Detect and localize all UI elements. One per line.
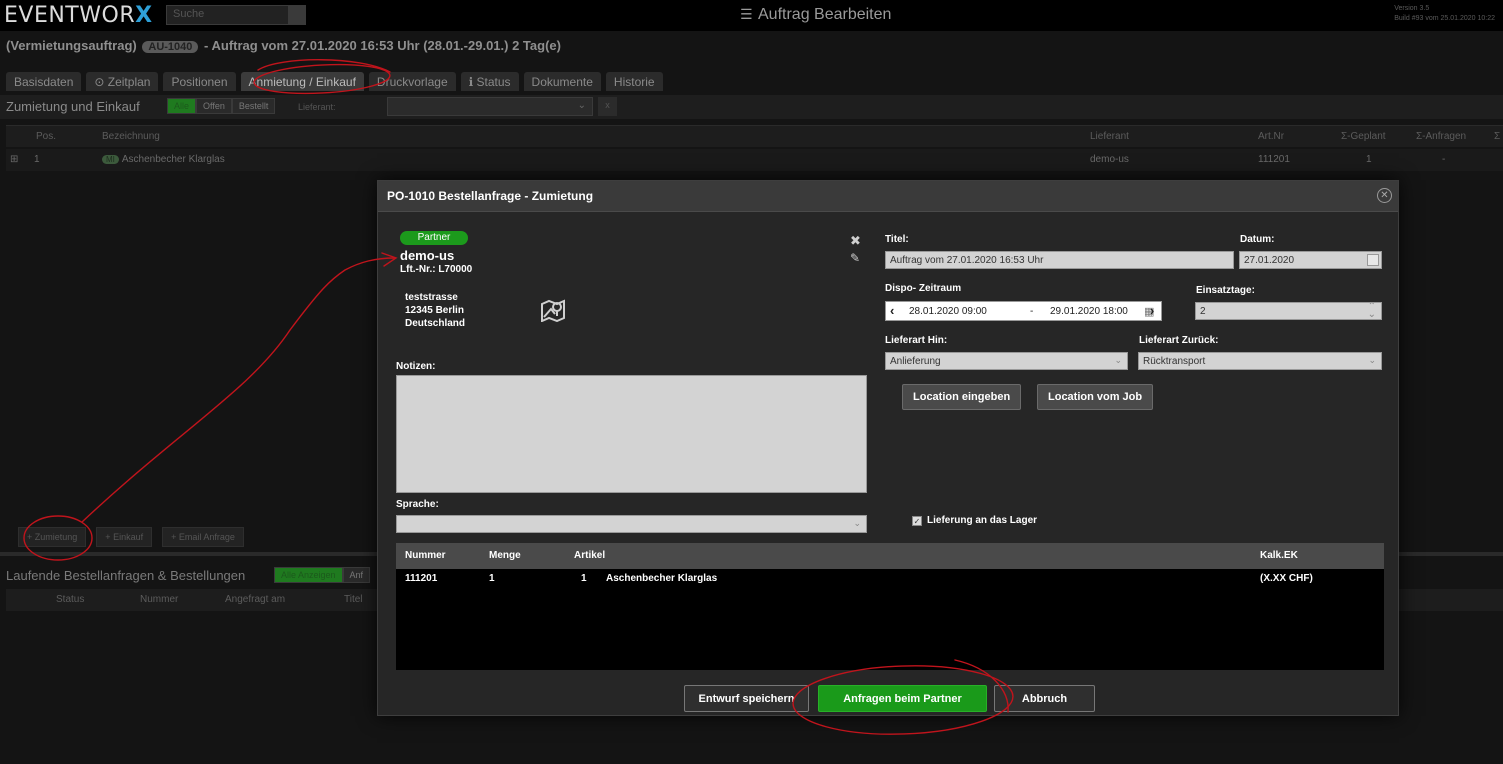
lieferant-select[interactable]: ⌄ xyxy=(387,97,593,116)
table-row[interactable]: ⊞ 1 MI Aschenbecher Klarglas demo-us 1112… xyxy=(6,149,1503,171)
partner-address: teststrasse 12345 Berlin Deutschland xyxy=(405,292,466,329)
lieferart-zurueck-label: Lieferart Zurück: xyxy=(1139,335,1219,346)
tab-positionen[interactable]: Positionen xyxy=(163,72,236,91)
lieferant-label: Lieferant: xyxy=(298,102,336,112)
einsatztage-label: Einsatztage: xyxy=(1196,285,1255,296)
chevron-down-icon: ⌄ xyxy=(1368,355,1376,365)
anfragen-beim-partner-button[interactable]: Anfragen beim Partner xyxy=(818,685,987,712)
map-pin-icon[interactable] xyxy=(540,298,566,322)
section-title: Zumietung und Einkauf xyxy=(6,99,140,114)
order-number-badge: AU-1040 xyxy=(142,41,199,53)
notizen-label: Notizen: xyxy=(396,361,436,372)
positions-table-header: Pos. Bezeichnung Lieferant Art.Nr Σ-Gepl… xyxy=(6,125,1503,147)
datum-label: Datum: xyxy=(1240,234,1275,245)
abbruch-button[interactable]: Abbruch xyxy=(994,685,1095,712)
page-title: ☰ Auftrag Bearbeiten xyxy=(740,6,892,23)
tab-bar: Basisdaten ⊙ Zeitplan Positionen Anmietu… xyxy=(6,72,663,91)
lieferung-lager-checkbox[interactable]: ✓ xyxy=(912,516,922,526)
titel-label: Titel: xyxy=(885,234,909,245)
spinner-icon[interactable]: ⌃ ⌄ xyxy=(1368,303,1376,319)
email-anfrage-button[interactable]: + Email Anfrage xyxy=(162,527,244,547)
eventworx-logo[interactable]: EVENTWORX xyxy=(4,3,153,28)
tab-anmietung-einkauf[interactable]: Anmietung / Einkauf xyxy=(240,72,364,91)
filter-alle-anzeigen[interactable]: Alle Anzeigen xyxy=(274,567,343,583)
lieferant-clear-button[interactable]: x xyxy=(598,97,617,116)
lieferung-lager-label: Lieferung an das Lager xyxy=(927,515,1038,526)
top-bar: EVENTWORX Suche ☰ Auftrag Bearbeiten Vers… xyxy=(0,0,1503,31)
tab-zeitplan[interactable]: ⊙ Zeitplan xyxy=(86,72,159,91)
mi-badge: MI xyxy=(102,155,119,164)
datum-input[interactable]: 27.01.2020 xyxy=(1239,251,1382,269)
close-icon[interactable]: ✕ xyxy=(1377,188,1392,203)
chevron-down-icon: ⌄ xyxy=(1114,355,1122,365)
location-eingeben-button[interactable]: Location eingeben xyxy=(902,384,1022,410)
items-table-body: 111201 1 1 Aschenbecher Klarglas (X.XX C… xyxy=(396,569,1384,670)
version-info: Version 3.5 Build #93 vom 25.01.2020 10:… xyxy=(1394,5,1495,22)
status-filter: Alle Offen Bestellt xyxy=(167,98,276,114)
lower-filter: Alle Anzeigen Anf xyxy=(274,567,371,583)
location-vom-job-button[interactable]: Location vom Job xyxy=(1037,384,1154,410)
tab-basisdaten[interactable]: Basisdaten xyxy=(6,72,82,91)
tab-status[interactable]: ℹ Status xyxy=(460,72,519,91)
lieferart-zurueck-select[interactable]: Rücktransport ⌄ xyxy=(1138,352,1382,370)
lower-section-title: Laufende Bestellanfragen & Bestellungen xyxy=(6,568,246,583)
filter-anfragen[interactable]: Anf xyxy=(342,567,371,583)
zumietung-button[interactable]: + Zumietung xyxy=(18,527,87,547)
dialog-header: PO-1010 Bestellanfrage - Zumietung ✕ xyxy=(378,181,1398,212)
tab-historie[interactable]: Historie xyxy=(605,72,663,91)
dialog-title: PO-1010 Bestellanfrage - Zumietung xyxy=(387,189,594,203)
partner-name: demo-us xyxy=(400,248,455,263)
entwurf-speichern-button[interactable]: Entwurf speichern xyxy=(684,685,809,712)
edit-partner-icon[interactable]: ✎ xyxy=(850,251,860,265)
list-icon: ☰ xyxy=(740,6,753,22)
lieferart-hin-label: Lieferart Hin: xyxy=(885,335,948,346)
order-summary: (Vermietungsauftrag) AU-1040 - Auftrag v… xyxy=(6,38,561,53)
filter-alle[interactable]: Alle xyxy=(167,98,197,114)
search-button[interactable] xyxy=(288,6,306,24)
partner-badge: Partner xyxy=(400,231,468,245)
expand-icon[interactable]: ⊞ xyxy=(10,154,18,165)
search-input[interactable]: Suche xyxy=(166,5,306,25)
tab-druckvorlage[interactable]: Druckvorlage xyxy=(368,72,456,91)
items-table-header: Nummer Menge Artikel Kalk.EK xyxy=(396,543,1384,569)
filter-bestellt[interactable]: Bestellt xyxy=(231,98,276,114)
filter-offen[interactable]: Offen xyxy=(196,98,232,114)
notizen-textarea[interactable] xyxy=(396,375,867,493)
chevron-right-icon[interactable]: › xyxy=(1150,303,1154,318)
calendar-icon[interactable] xyxy=(1367,254,1379,266)
remove-partner-icon[interactable]: ✖ xyxy=(850,233,861,249)
titel-input[interactable]: Auftrag vom 27.01.2020 16:53 Uhr xyxy=(885,251,1234,269)
einkauf-button[interactable]: + Einkauf xyxy=(96,527,153,547)
action-buttons: + Zumietung + Einkauf + Email Anfrage xyxy=(18,527,244,547)
tab-dokumente[interactable]: Dokumente xyxy=(523,72,601,91)
sprache-select[interactable]: ⌄ xyxy=(396,515,867,533)
sprache-label: Sprache: xyxy=(396,499,439,510)
chevron-left-icon[interactable]: ‹ xyxy=(890,303,894,318)
chevron-down-icon: ⌄ xyxy=(853,518,861,528)
lieferart-hin-select[interactable]: Anlieferung ⌄ xyxy=(885,352,1128,370)
dispo-label: Dispo- Zeitraum xyxy=(885,283,962,294)
bestellanfrage-dialog: PO-1010 Bestellanfrage - Zumietung ✕ Par… xyxy=(377,180,1399,716)
dispo-range-input[interactable]: ‹ 28.01.2020 09:00 - 29.01.2020 18:00 ▦ … xyxy=(885,301,1162,321)
einsatztage-stepper[interactable]: 2 ⌃ ⌄ xyxy=(1195,302,1382,320)
partner-number: Lft.-Nr.: L70000 xyxy=(400,264,473,275)
